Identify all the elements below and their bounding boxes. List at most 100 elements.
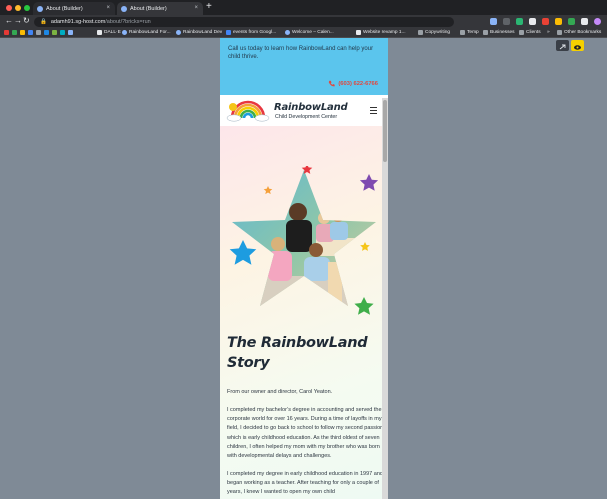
call-to-action-text: Call us today to learn how RainbowLand c…	[228, 46, 374, 60]
tab-about-builder-1[interactable]: About (Builder) ×	[33, 2, 115, 15]
bookmark-label: Website revamp 1...	[363, 30, 406, 35]
dalle-icon	[97, 30, 102, 35]
back-button[interactable]: ←	[5, 16, 13, 25]
doc-icon	[356, 30, 361, 35]
share-icon	[559, 44, 566, 50]
rainbow-logo-icon	[226, 100, 270, 122]
new-tab-button[interactable]: +	[206, 1, 212, 12]
extension-icon[interactable]	[516, 18, 523, 25]
bookmark-label: Other Bookmarks	[564, 30, 602, 35]
folder-icon	[418, 30, 423, 35]
bookmark-label: events from Googl...	[233, 30, 277, 35]
brand-tagline: Child Development Center	[275, 114, 338, 120]
bookmark-icon[interactable]	[44, 30, 49, 35]
bookmark-dalle[interactable]: DALL·E	[97, 30, 121, 35]
close-window-button[interactable]	[6, 5, 12, 11]
bookmark-temp[interactable]: Temp	[460, 30, 479, 35]
folder-icon	[557, 30, 562, 35]
puzzle-icon[interactable]	[581, 18, 588, 25]
reload-button[interactable]: ↻	[23, 16, 30, 25]
wordpress-icon	[176, 30, 181, 35]
bookmark-rainbowland-for[interactable]: RainbowLand For...	[122, 30, 171, 35]
hero-star-image	[229, 166, 379, 315]
maximize-window-button[interactable]	[24, 5, 30, 11]
tab-about-builder-2[interactable]: About (Builder) ×	[117, 2, 203, 15]
wordpress-icon	[121, 5, 127, 12]
bookmark-copywriting[interactable]: Copywriting	[418, 30, 450, 35]
bookmark-label: Temp	[467, 30, 479, 35]
extension-icons	[490, 18, 601, 25]
forward-button[interactable]: →	[14, 16, 22, 25]
eye-icon	[574, 45, 581, 50]
extension-icon[interactable]	[490, 18, 497, 25]
profile-avatar[interactable]	[594, 18, 601, 25]
share-button[interactable]	[556, 40, 569, 51]
tab-title: About (Builder)	[46, 5, 83, 12]
overflow-chevron-icon: »	[547, 30, 550, 35]
address-bar[interactable]: 🔒 adamh91.sg-host.com/about/?bricks=run	[34, 17, 454, 27]
tab-title: About (Builder)	[130, 5, 167, 12]
bookmark-icons-group	[4, 30, 73, 35]
bookmark-label: RainbowLand Dev	[183, 30, 223, 35]
site-topbar: Call us today to learn how RainbowLand c…	[220, 38, 388, 95]
phone-number: (603) 622-6766	[338, 80, 378, 87]
folder-icon	[483, 30, 488, 35]
tab-close-icon[interactable]: ×	[194, 5, 198, 11]
folder-icon	[460, 30, 465, 35]
minimize-window-button[interactable]	[15, 5, 21, 11]
bookmark-clients[interactable]: Clients	[519, 30, 541, 35]
star-icon	[354, 297, 374, 315]
browser-toolbar: ← → ↻ 🔒 adamh91.sg-host.com/about/?brick…	[0, 15, 607, 28]
url-host: adamh91.sg-host.com	[50, 19, 106, 25]
url-path: /about/?bricks=run	[105, 19, 151, 25]
lock-icon: 🔒	[40, 19, 47, 25]
youtube-icon[interactable]	[4, 30, 9, 35]
bookmark-icon[interactable]	[36, 30, 41, 35]
bookmarks-overflow-button[interactable]: »	[547, 30, 550, 35]
bookmark-icon[interactable]	[68, 30, 73, 35]
wordpress-icon	[37, 5, 43, 12]
preview-toggle-button[interactable]	[571, 40, 584, 51]
scrollbar-thumb[interactable]	[383, 100, 387, 162]
intro-paragraph: From our owner and director, Carol Yeato…	[227, 389, 333, 395]
site-logo[interactable]: RainbowLand Child Development Center	[226, 98, 356, 122]
bookmark-icon[interactable]	[52, 30, 57, 35]
bookmark-businesses[interactable]: Businesses	[483, 30, 515, 35]
bookmark-label: Clients	[526, 30, 541, 35]
wordpress-icon	[285, 30, 290, 35]
menu-button[interactable]	[370, 107, 377, 116]
hero-section: The RainbowLand Story From our owner and…	[220, 126, 388, 499]
bookmark-icon[interactable]	[12, 30, 17, 35]
bookmark-label: Welcome – Calen...	[292, 30, 334, 35]
bookmark-label: RainbowLand For...	[129, 30, 171, 35]
bookmark-icon[interactable]	[20, 30, 25, 35]
site-header: RainbowLand Child Development Center	[220, 95, 388, 126]
bookmark-icon[interactable]	[28, 30, 33, 35]
extension-icon[interactable]	[555, 18, 562, 25]
page-title: The RainbowLand Story	[227, 333, 368, 373]
title-line-1: The RainbowLand	[227, 335, 368, 351]
browser-tabstrip: About (Builder) × About (Builder) × +	[0, 0, 607, 15]
bookmark-label: Copywriting	[425, 30, 451, 35]
star-icon	[263, 186, 273, 195]
phone-link[interactable]: (603) 622-6766	[328, 80, 378, 87]
mobile-preview-frame: Call us today to learn how RainbowLand c…	[220, 38, 388, 499]
phone-icon	[329, 80, 335, 87]
bookmark-icon[interactable]	[60, 30, 65, 35]
story-paragraph-2: I completed my degree in early childhood…	[227, 471, 383, 496]
bookmark-website-revamp[interactable]: Website revamp 1...	[356, 30, 406, 35]
calendar-icon	[226, 30, 231, 35]
extension-icon[interactable]	[529, 18, 536, 25]
brand-name: RainbowLand	[274, 102, 348, 113]
extension-icon[interactable]	[568, 18, 575, 25]
bookmark-welcome-calendar[interactable]: Welcome – Calen...	[285, 30, 334, 35]
preview-scrollbar[interactable]	[382, 98, 388, 499]
bookmarks-bar: DALL·E RainbowLand For... RainbowLand De…	[0, 28, 607, 38]
bookmark-events-google[interactable]: events from Googl...	[226, 30, 276, 35]
star-icon	[359, 174, 379, 191]
bookmark-other-bookmarks[interactable]: Other Bookmarks	[557, 30, 601, 35]
extension-icon[interactable]	[503, 18, 510, 25]
tab-close-icon[interactable]: ×	[106, 5, 110, 11]
bookmark-rainbowland-dev[interactable]: RainbowLand Dev	[176, 30, 222, 35]
extension-icon[interactable]	[542, 18, 549, 25]
